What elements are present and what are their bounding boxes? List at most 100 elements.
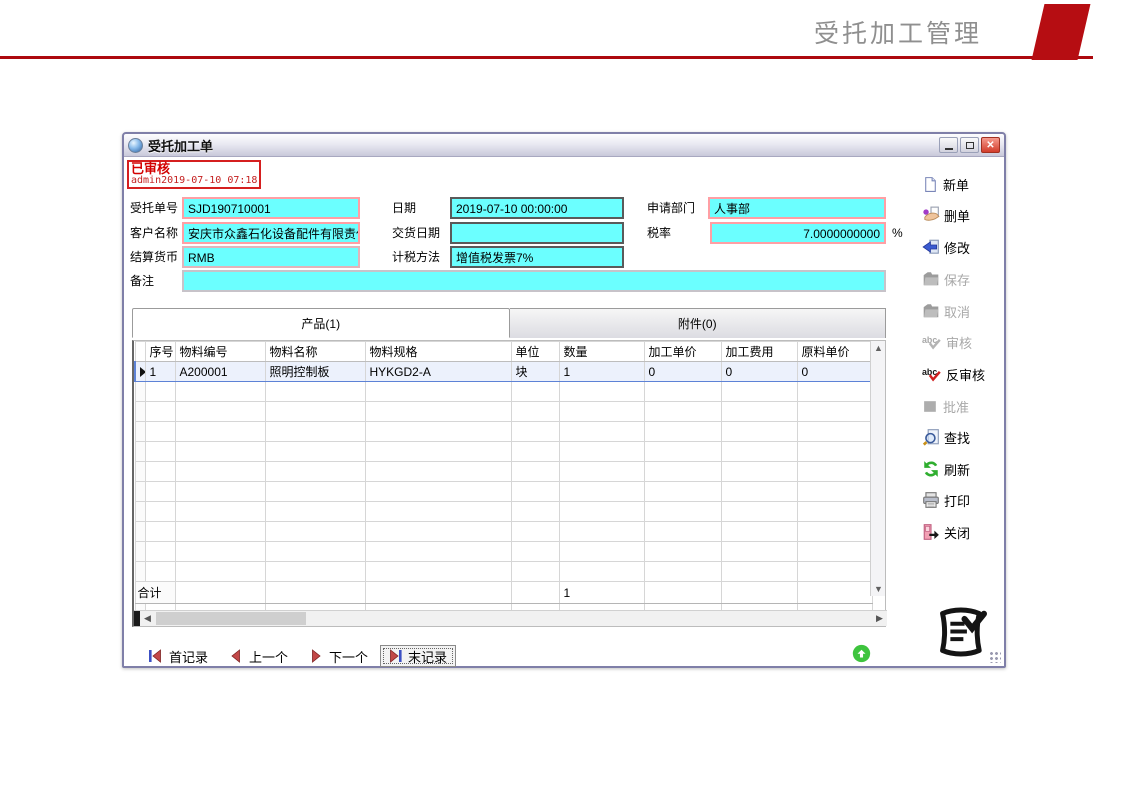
scroll-right-icon[interactable]: ▶ [872, 611, 887, 626]
col-item-name[interactable]: 物料名称 [265, 342, 365, 362]
cell-item-code[interactable]: A200001 [175, 362, 265, 382]
prev-record-button[interactable]: 上一个 [228, 645, 288, 667]
refresh-button[interactable]: 刷新 [922, 458, 1008, 480]
customer-field[interactable]: 安庆市众鑫石化设备配件有限责任 [182, 222, 360, 244]
col-qty[interactable]: 数量 [559, 342, 644, 362]
last-record-button[interactable]: 末记录 [380, 645, 456, 667]
close-window-label: 关闭 [944, 523, 970, 542]
tab-product[interactable]: 产品(1) [132, 308, 510, 338]
modify-button[interactable]: 修改 [922, 236, 1008, 258]
customer-label: 客户名称 [130, 223, 178, 244]
new-order-label: 新单 [943, 175, 969, 194]
scroll-down-icon[interactable]: ▼ [871, 582, 886, 596]
table-row-empty[interactable] [135, 402, 872, 422]
unaudit-button[interactable]: abc 反审核 [922, 363, 1008, 385]
table-row-empty[interactable] [135, 542, 872, 562]
cell-item-name[interactable]: 照明控制板 [265, 362, 365, 382]
audit-status-text: 已审核 [131, 162, 257, 175]
globe-icon [128, 138, 143, 153]
table-row-empty[interactable] [135, 442, 872, 462]
maximize-button[interactable] [960, 137, 979, 153]
scroll-left-icon[interactable]: ◀ [140, 611, 155, 626]
refresh-label: 刷新 [944, 460, 970, 479]
cell-unit[interactable]: 块 [511, 362, 559, 382]
cell-proc-fee[interactable]: 0 [721, 362, 797, 382]
cell-item-spec[interactable]: HYKGD2-A [365, 362, 511, 382]
table-row-empty[interactable] [135, 462, 872, 482]
tab-attachment[interactable]: 附件(0) [510, 308, 887, 338]
delivery-date-field[interactable] [450, 222, 624, 244]
table-row-empty[interactable] [135, 482, 872, 502]
search-button[interactable]: 查找 [922, 426, 1008, 448]
horizontal-scrollbar[interactable]: ◀ ▶ [134, 610, 887, 626]
print-button[interactable]: 打印 [922, 489, 1008, 511]
vertical-scrollbar[interactable]: ▲ ▼ [870, 341, 885, 596]
delete-order-button[interactable]: 删单 [922, 204, 1008, 226]
currency-label: 结算货币 [130, 247, 178, 268]
maximize-icon [966, 142, 974, 149]
dept-label: 申请部门 [647, 198, 695, 219]
approve-label: 批准 [943, 397, 969, 416]
table-row-selected[interactable]: 1 A200001 照明控制板 HYKGD2-A 块 1 0 0 0 [135, 362, 872, 382]
col-item-code[interactable]: 物料编号 [175, 342, 265, 362]
approve-button[interactable]: 批准 [922, 395, 1008, 417]
close-window-button[interactable]: 关闭 [922, 521, 1008, 543]
cell-seq[interactable]: 1 [145, 362, 175, 382]
table-row-empty[interactable] [135, 382, 872, 402]
close-button[interactable]: ✕ [981, 137, 1000, 153]
tax-method-field[interactable]: 增值税发票7% [450, 246, 624, 268]
table-row-empty[interactable] [135, 522, 872, 542]
dept-field[interactable]: 人事部 [708, 197, 886, 219]
remark-field[interactable] [182, 270, 886, 292]
col-item-spec[interactable]: 物料规格 [365, 342, 511, 362]
scroll-up-icon[interactable]: ▲ [871, 341, 886, 355]
audit-label: 审核 [946, 333, 972, 352]
trust-no-field[interactable]: SJD190710001 [182, 197, 360, 219]
delete-hand-icon [922, 206, 940, 224]
hscroll-thumb[interactable] [156, 612, 306, 625]
minimize-icon [945, 148, 953, 150]
unaudit-abc-icon: abc [922, 366, 942, 382]
next-record-button[interactable]: 下一个 [308, 645, 368, 667]
table-row-empty[interactable] [135, 502, 872, 522]
modify-label: 修改 [944, 238, 970, 257]
cancel-folder-icon [922, 302, 940, 320]
cancel-button[interactable]: 取消 [922, 300, 1008, 322]
grid-total-row: 合计 1 [135, 582, 872, 604]
col-seq[interactable]: 序号 [145, 342, 175, 362]
table-row-empty[interactable] [135, 562, 872, 582]
grid-empty-rows [135, 382, 872, 582]
audit-button[interactable]: abc 审核 [922, 331, 1008, 353]
first-record-button[interactable]: 首记录 [148, 645, 208, 667]
col-proc-price[interactable]: 加工单价 [644, 342, 721, 362]
cell-raw-price[interactable]: 0 [797, 362, 872, 382]
tax-rate-field[interactable]: 7.0000000000 [710, 222, 886, 244]
minimize-button[interactable] [939, 137, 958, 153]
col-raw-price[interactable]: 原料单价 [797, 342, 872, 362]
resize-grip[interactable] [989, 651, 1001, 663]
header-divider [0, 56, 1093, 59]
new-doc-icon [922, 176, 939, 193]
consigned-processing-order-window: 受托加工单 ✕ 已审核 admin2019-07-10 07:18 受托单号 S… [122, 132, 1006, 668]
record-navbar: 首记录 上一个 下一个 末记录 [124, 643, 884, 669]
currency-field[interactable]: RMB [182, 246, 360, 268]
date-label: 日期 [392, 198, 416, 219]
table-row-empty[interactable] [135, 422, 872, 442]
next-record-icon [308, 648, 324, 664]
delivery-date-label: 交货日期 [392, 223, 440, 244]
cancel-label: 取消 [944, 302, 970, 321]
save-button[interactable]: 保存 [922, 268, 1008, 290]
tax-method-label: 计税方法 [392, 247, 440, 268]
col-proc-fee[interactable]: 加工费用 [721, 342, 797, 362]
close-icon: ✕ [986, 140, 994, 151]
window-titlebar[interactable]: 受托加工单 ✕ [124, 134, 1004, 157]
grid-header-row: 序号 物料编号 物料名称 物料规格 单位 数量 加工单价 加工费用 原料单价 [135, 342, 872, 362]
first-record-label: 首记录 [169, 647, 208, 666]
cell-qty[interactable]: 1 [559, 362, 644, 382]
date-field[interactable]: 2019-07-10 00:00:00 [450, 197, 624, 219]
cell-proc-price[interactable]: 0 [644, 362, 721, 382]
total-label: 合计 [135, 582, 175, 604]
new-order-button[interactable]: 新单 [922, 173, 1008, 195]
print-label: 打印 [944, 491, 970, 510]
col-unit[interactable]: 单位 [511, 342, 559, 362]
